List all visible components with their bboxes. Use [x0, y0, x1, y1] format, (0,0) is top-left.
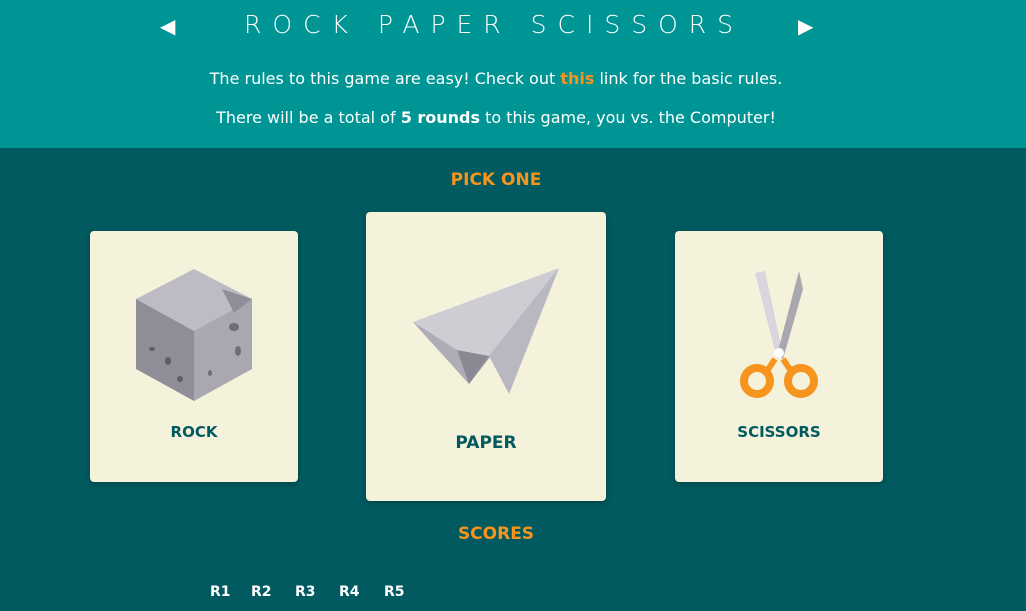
scissors-card[interactable]: SCISSORS	[675, 231, 883, 482]
rock-card[interactable]: ROCK	[90, 231, 298, 482]
rounds-text: There will be a total of 5 rounds to thi…	[0, 107, 992, 129]
rounds-count: 5 rounds	[400, 108, 481, 127]
rules-text-after: link for the basic rules.	[594, 69, 783, 88]
rock-label: ROCK	[170, 423, 218, 441]
round-label-5: R5	[384, 584, 405, 600]
title-row: ◀ ROCK PAPER SCISSORS ▶	[0, 8, 1026, 44]
rules-link[interactable]: this	[560, 69, 594, 88]
round-label-1: R1	[210, 584, 231, 600]
paper-plane-icon	[413, 268, 559, 394]
round-label-3: R3	[295, 584, 316, 600]
rounds-text-before: There will be a total of	[216, 108, 401, 127]
scissors-icon	[740, 271, 818, 398]
header: ◀ ROCK PAPER SCISSORS ▶ The rules to thi…	[0, 0, 1026, 148]
rules-text: The rules to this game are easy! Check o…	[0, 68, 992, 90]
paper-card[interactable]: PAPER	[366, 212, 606, 501]
rock-icon	[136, 269, 252, 401]
round-label-2: R2	[251, 584, 272, 600]
next-arrow-icon[interactable]: ▶	[798, 12, 813, 40]
rounds-text-after: to this game, you vs. the Computer!	[480, 108, 776, 127]
page-title: ROCK PAPER SCISSORS	[244, 10, 744, 39]
scores-heading: SCORES	[457, 524, 535, 544]
pick-heading: PICK ONE	[450, 170, 542, 190]
paper-label: PAPER	[455, 433, 517, 453]
scissors-label: SCISSORS	[737, 423, 821, 441]
rules-text-before: The rules to this game are easy! Check o…	[209, 69, 561, 88]
previous-arrow-icon[interactable]: ◀	[160, 12, 175, 40]
round-label-4: R4	[339, 584, 360, 600]
